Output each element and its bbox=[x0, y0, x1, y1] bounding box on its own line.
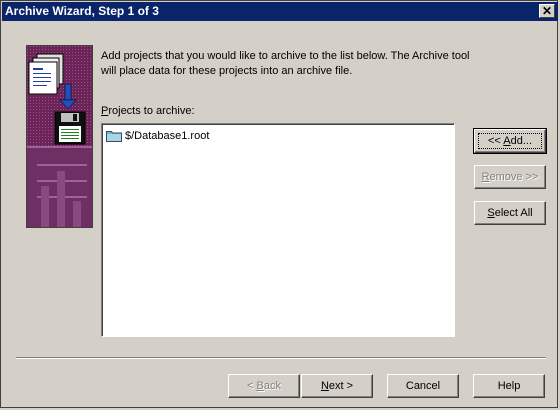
wizard-description: Add projects that you would like to arch… bbox=[101, 50, 470, 77]
back-button-accelerator: B bbox=[256, 380, 264, 392]
next-button-suffix: ext > bbox=[328, 380, 354, 392]
cancel-button-label: Cancel bbox=[405, 380, 441, 392]
cancel-button[interactable]: Cancel bbox=[387, 374, 459, 398]
footer-separator bbox=[16, 357, 546, 359]
back-button[interactable]: < Back bbox=[228, 374, 300, 398]
close-button[interactable]: ✕ bbox=[539, 4, 555, 18]
add-button[interactable]: << Add... bbox=[473, 128, 547, 154]
back-button-suffix: ack bbox=[263, 380, 281, 392]
focus-ring bbox=[478, 133, 542, 149]
list-item[interactable]: $/Database1.root bbox=[106, 128, 209, 144]
list-item-label: $/Database1.root bbox=[125, 130, 210, 142]
next-button-accelerator: N bbox=[320, 380, 329, 392]
back-button-prefix: < bbox=[247, 380, 257, 392]
select-all-button[interactable]: Select All bbox=[474, 201, 546, 225]
help-button-label: Help bbox=[497, 380, 521, 392]
projects-listbox[interactable]: $/Database1.root bbox=[101, 123, 455, 337]
wizard-illustration bbox=[26, 45, 93, 228]
close-icon: ✕ bbox=[541, 4, 553, 18]
remove-button-suffix: emove >> bbox=[489, 171, 539, 183]
select-all-suffix: elect All bbox=[494, 207, 533, 219]
next-button[interactable]: Next > bbox=[301, 374, 373, 398]
projects-label-text: rojects to archive: bbox=[108, 105, 195, 117]
folder-icon bbox=[106, 130, 122, 142]
remove-button[interactable]: Remove >> bbox=[474, 165, 546, 189]
window-title: Archive Wizard, Step 1 of 3 bbox=[5, 4, 159, 18]
archive-illustration-icon bbox=[27, 46, 92, 227]
help-button[interactable]: Help bbox=[473, 374, 545, 398]
archive-wizard-window: Archive Wizard, Step 1 of 3 ✕ Add projec… bbox=[0, 0, 558, 408]
title-bar: Archive Wizard, Step 1 of 3 ✕ bbox=[2, 2, 558, 21]
projects-list-label: Projects to archive: bbox=[101, 105, 195, 117]
select-all-accelerator: S bbox=[487, 207, 495, 219]
remove-button-accelerator: R bbox=[481, 171, 490, 183]
